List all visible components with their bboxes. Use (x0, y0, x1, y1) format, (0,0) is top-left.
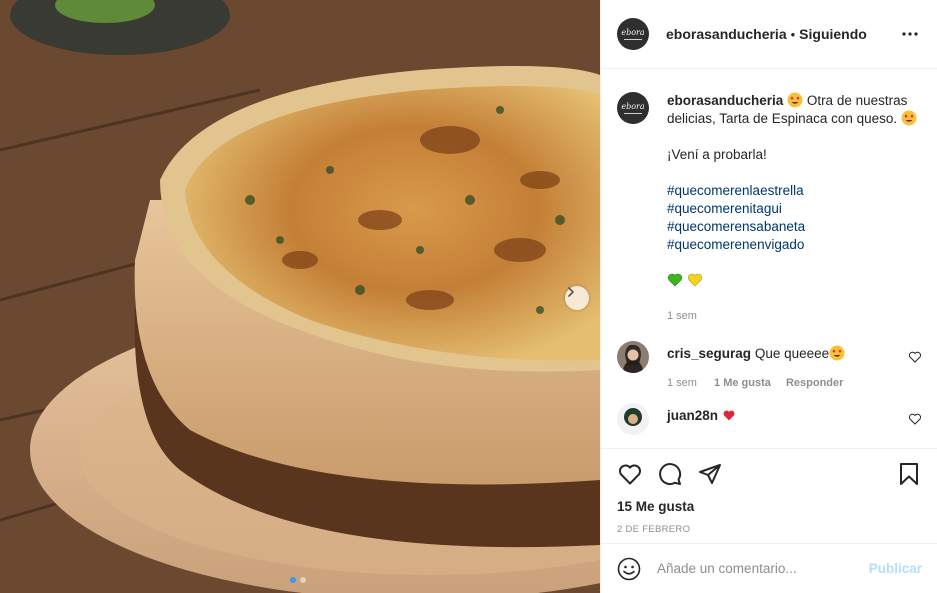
heart-eyes-emoji-icon (901, 110, 917, 126)
avatar-logo: ebora (621, 28, 645, 40)
comment-body: cris_segurag Que queeee (667, 341, 845, 363)
heart-eyes-emoji-icon (829, 345, 845, 361)
reply-button[interactable]: Responder (786, 377, 843, 389)
quiche-photo (0, 0, 600, 593)
smiley-icon[interactable] (617, 557, 641, 581)
comment-button[interactable] (657, 461, 683, 487)
comment-meta: 1 sem 1 Me gusta Responder (667, 377, 845, 389)
post-header: ebora eborasanducheria • Siguiendo (601, 0, 937, 69)
hashtag-link[interactable]: #quecomerenitagui (667, 200, 917, 218)
avatar-photo (617, 403, 649, 435)
carousel-indicator (290, 577, 306, 583)
commenter-avatar[interactable] (617, 341, 649, 373)
caption-avatar[interactable]: ebora (617, 92, 649, 124)
heart-icon (618, 464, 642, 485)
comment-item: cris_segurag Que queeee 1 sem 1 Me gusta… (617, 341, 922, 389)
more-options-button[interactable] (898, 22, 922, 46)
comment-icon (659, 463, 682, 486)
comment-likes[interactable]: 1 Me gusta (714, 377, 771, 389)
avatar[interactable]: ebora (617, 18, 649, 50)
comment-heart-icon[interactable] (908, 350, 922, 364)
avatar-photo (617, 341, 649, 373)
comment-text: Que queeee (754, 346, 830, 361)
add-comment-bar: Publicar (601, 543, 937, 593)
chevron-right-icon (568, 287, 575, 297)
like-button[interactable] (617, 461, 643, 487)
likes-count[interactable]: 15 Me gusta (601, 487, 937, 514)
comments-list[interactable]: ebora eborasanducheria Otra de nuestras … (601, 70, 937, 448)
comment-time[interactable]: 1 sem (667, 377, 697, 389)
save-button[interactable] (896, 461, 922, 487)
instagram-post: ebora eborasanducheria • Siguiendo ebora (0, 0, 937, 593)
following-button[interactable]: Siguiendo (799, 26, 867, 42)
share-icon (699, 464, 721, 484)
hashtag-link[interactable]: #quecomerensabaneta (667, 218, 917, 236)
yellow-heart-emoji-icon (687, 273, 702, 287)
post-date[interactable]: 2 de febrero (601, 514, 937, 535)
caption-emoji-hearts (667, 272, 917, 293)
heart-eyes-emoji-icon (787, 92, 803, 108)
hashtag-link[interactable]: #quecomerenlaestrella (667, 182, 917, 200)
comment-input[interactable] (657, 561, 861, 576)
more-icon (902, 32, 918, 36)
header-separator: • (790, 26, 796, 42)
commenter-avatar[interactable] (617, 403, 649, 435)
comment-username[interactable]: cris_segurag (667, 346, 751, 361)
comment-username[interactable]: juan28n (667, 408, 718, 423)
action-bar (601, 449, 937, 487)
caption-text-line2: ¡Vení a probarla! (667, 147, 767, 162)
post-photo[interactable] (0, 0, 600, 593)
carousel-dot-active (290, 577, 296, 583)
comment-item: juan28n (617, 403, 922, 435)
comment-heart-icon[interactable] (908, 412, 922, 426)
hashtag-link[interactable]: #quecomerenenvigado (667, 236, 917, 254)
red-heart-emoji-icon (723, 410, 735, 421)
next-photo-button[interactable] (565, 286, 589, 310)
caption-username[interactable]: eborasanducheria (667, 93, 783, 108)
caption: ebora eborasanducheria Otra de nuestras … (617, 92, 922, 325)
caption-time[interactable]: 1 sem (667, 307, 917, 325)
caption-body: eborasanducheria Otra de nuestras delici… (667, 92, 917, 325)
carousel-dot (300, 577, 306, 583)
publish-button[interactable]: Publicar (869, 561, 922, 576)
comment-body: juan28n (667, 403, 736, 435)
post-actions-area: 15 Me gusta 2 de febrero (601, 448, 937, 543)
share-button[interactable] (697, 461, 723, 487)
bookmark-icon (900, 463, 918, 485)
header-username[interactable]: eborasanducheria (666, 26, 787, 42)
post-side-panel: ebora eborasanducheria • Siguiendo ebora (600, 0, 937, 593)
green-heart-emoji-icon (667, 273, 683, 287)
